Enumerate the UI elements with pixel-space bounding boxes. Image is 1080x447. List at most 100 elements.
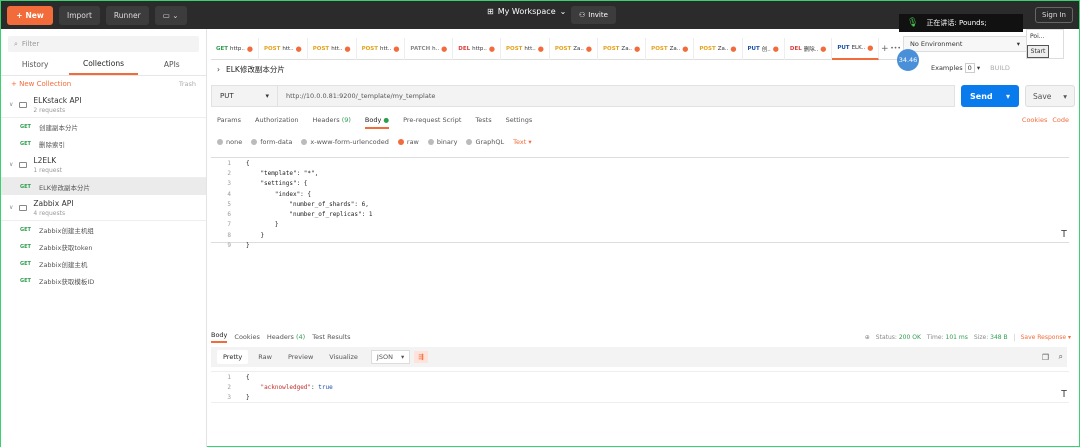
user-plus-icon: ⚇: [579, 11, 586, 19]
request-title: › ELK修改副本分片: [217, 65, 285, 74]
radio-raw[interactable]: raw: [397, 138, 419, 146]
unsaved-dot-icon: ●: [393, 45, 400, 53]
environment-selector[interactable]: No Environment ▾: [903, 36, 1027, 52]
new-window-button[interactable]: ▭ ⌄: [154, 5, 187, 25]
request-tab[interactable]: POST htt.. ●: [357, 38, 406, 60]
code-line: 6 "number_of_replicas": 1: [227, 211, 373, 219]
cookies-link[interactable]: Cookies: [1022, 116, 1047, 129]
list-item[interactable]: GET Zabbix创建主机: [1, 255, 206, 272]
request-tab[interactable]: PATCH h.. ●: [405, 38, 454, 60]
save-response-button[interactable]: Save Response ▾: [1013, 333, 1071, 341]
code-link[interactable]: Code: [1052, 116, 1069, 129]
sidebar: ⌕ Filter History Collections APIs + New C…: [1, 29, 207, 447]
tab-history[interactable]: History: [1, 54, 69, 75]
sign-in-button[interactable]: Sign In: [1035, 7, 1073, 23]
list-item[interactable]: GET Zabbix创建主机组: [1, 221, 206, 238]
send-button[interactable]: Send ▾: [961, 85, 1019, 107]
tab-headers[interactable]: Headers (9): [313, 116, 351, 129]
request-tab[interactable]: GET http.. ●: [211, 38, 259, 60]
tab-response-cookies[interactable]: Cookies: [234, 333, 259, 341]
request-tab[interactable]: POST Za.. ●: [598, 38, 647, 60]
wrap-icon[interactable]: ⇶: [414, 351, 428, 363]
unsaved-dot-icon: ●: [246, 45, 253, 53]
chevron-down-icon: ∨: [9, 101, 14, 108]
radio-binary[interactable]: binary: [427, 138, 457, 146]
filter-input[interactable]: ⌕ Filter: [8, 36, 199, 52]
method-select[interactable]: PUT ▾: [212, 86, 278, 106]
chevron-down-icon: ▾: [1016, 40, 1020, 48]
list-item[interactable]: GET 创建副本分片: [1, 118, 206, 135]
response-tabs: Body Cookies Headers (4) Test Results ⊕ …: [211, 331, 1071, 343]
request-tabs: GET http.. ● POST htt.. ● POST htt.. ● POST htt.. ●…: [211, 38, 901, 60]
request-tab[interactable]: DEL http.. ●: [453, 38, 501, 60]
code-line: 2 "acknowledged": true: [227, 383, 333, 391]
unsaved-dot-icon: ●: [820, 45, 827, 53]
tab-authorization[interactable]: Authorization: [255, 116, 299, 129]
request-body-editor[interactable]: T 1{2 "template": "*", 3 "settings": {4 "…: [211, 157, 1069, 249]
format-select[interactable]: JSON ▾: [370, 350, 411, 364]
new-collection-button[interactable]: + New Collection: [11, 80, 71, 88]
search-icon[interactable]: ⌕: [1059, 352, 1063, 362]
start-button[interactable]: Start: [1027, 45, 1049, 58]
tab-response-body[interactable]: Body: [211, 331, 228, 343]
response-body-editor[interactable]: T 1{2 "acknowledged": true 3}: [211, 371, 1069, 403]
request-tab[interactable]: POST htt.. ●: [259, 38, 308, 60]
chevron-down-icon: ∨: [9, 204, 14, 211]
request-tab[interactable]: POST htt.. ●: [501, 38, 550, 60]
build-button[interactable]: BUILD: [990, 64, 1010, 72]
list-item[interactable]: GET Zabbix获取模板ID: [1, 272, 206, 289]
request-tab[interactable]: POST Za.. ●: [646, 38, 695, 60]
tab-tests[interactable]: Tests: [475, 116, 491, 129]
code-line: 8 }: [227, 231, 265, 239]
collection-folder[interactable]: ∨ ELKstack API 2 requests: [1, 92, 206, 118]
list-item[interactable]: GET Zabbix获取token: [1, 238, 206, 255]
tab-params[interactable]: Params: [217, 116, 241, 129]
radio-none[interactable]: none: [217, 138, 242, 146]
code-line: 2 "template": "*",: [227, 169, 319, 177]
request-tab[interactable]: DEL 删除.. ●: [785, 38, 833, 60]
save-button[interactable]: Save ▾: [1025, 85, 1075, 107]
radio-graphql[interactable]: GraphQL: [466, 138, 504, 146]
examples-dropdown[interactable]: Examples 0 ▾: [931, 63, 980, 73]
radio-form-data[interactable]: form-data: [251, 138, 292, 146]
list-item[interactable]: GET 删除索引: [1, 135, 206, 152]
import-button[interactable]: Import: [59, 5, 100, 25]
tab-apis[interactable]: APIs: [138, 54, 206, 75]
body-format-select[interactable]: Text ▾: [513, 138, 532, 146]
collection-folder[interactable]: ∨ L2ELK 1 request: [1, 152, 206, 178]
view-pretty[interactable]: Pretty: [217, 350, 249, 364]
request-tab[interactable]: PUT ELK.. ●: [832, 38, 880, 60]
request-tab[interactable]: POST Za.. ●: [550, 38, 598, 60]
invite-button[interactable]: ⚇ Invite: [571, 6, 616, 24]
view-raw[interactable]: Raw: [252, 350, 278, 364]
request-tab[interactable]: POST htt.. ●: [308, 38, 357, 60]
tab-prerequest[interactable]: Pre-request Script: [403, 116, 461, 129]
workspace-selector[interactable]: ⊞ My Workspace ⌄: [487, 7, 566, 16]
collection-folder[interactable]: ∨ Zabbix API 4 requests: [1, 195, 206, 221]
view-preview[interactable]: Preview: [282, 350, 319, 364]
body-type-options: none form-data x-www-form-urlencoded raw…: [217, 138, 532, 146]
tab-collections[interactable]: Collections: [69, 54, 138, 75]
tab-body[interactable]: Body ●: [364, 116, 390, 129]
tab-settings[interactable]: Settings: [506, 116, 533, 129]
unsaved-dot-icon: ●: [344, 45, 351, 53]
url-row: PUT ▾ http://10.0.0.81:9200/_template/my_…: [211, 85, 1075, 107]
copy-icon[interactable]: ❐: [1042, 353, 1049, 362]
trash-link[interactable]: Trash: [179, 80, 196, 88]
runner-button[interactable]: Runner: [105, 5, 149, 25]
request-tab[interactable]: POST Za.. ●: [694, 38, 743, 60]
unsaved-dot-icon: ●: [867, 44, 874, 52]
list-item-active[interactable]: GET ELK修改副本分片: [1, 178, 206, 195]
url-box: PUT ▾ http://10.0.0.81:9200/_template/my_…: [211, 85, 955, 107]
request-tab[interactable]: PUT 创.. ●: [743, 38, 785, 60]
plus-icon: +: [16, 10, 23, 20]
tab-response-headers[interactable]: Headers (4): [267, 333, 305, 341]
tab-test-results[interactable]: Test Results: [312, 333, 350, 341]
new-button[interactable]: + New: [7, 5, 53, 25]
radio-urlencoded[interactable]: x-www-form-urlencoded: [301, 138, 389, 146]
url-input[interactable]: http://10.0.0.81:9200/_template/my_templ…: [278, 92, 435, 100]
microphone-icon: 🎙: [907, 18, 919, 28]
view-visualize[interactable]: Visualize: [323, 350, 364, 364]
new-tab-button[interactable]: +: [879, 38, 890, 59]
globe-icon: ⊕: [864, 333, 870, 341]
